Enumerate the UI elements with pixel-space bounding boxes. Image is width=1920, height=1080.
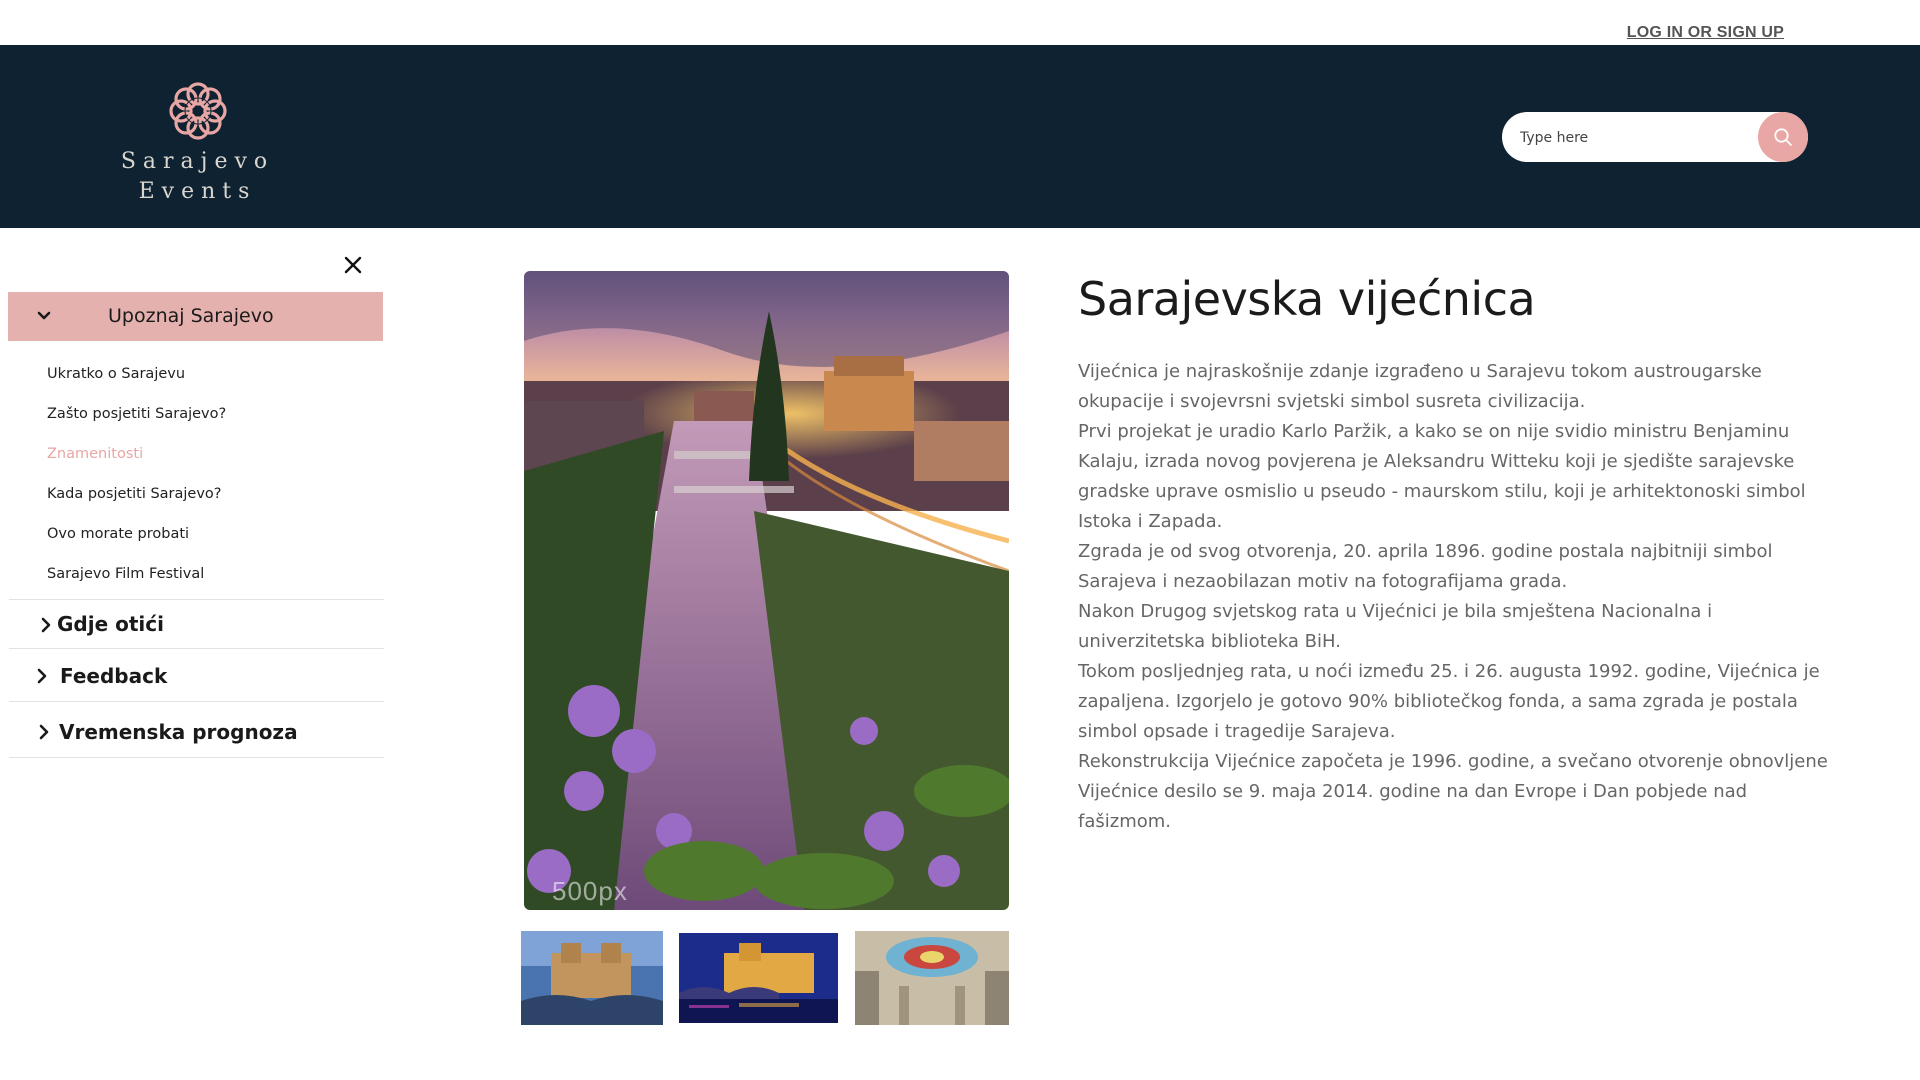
article-paragraph: Tokom posljednjeg rata, u noći između 25… [1078,661,1820,742]
knot-logo-icon [168,82,227,140]
main-photo[interactable]: 500px [524,271,1009,910]
logo[interactable]: Sarajevo Events [115,78,280,204]
submenu-list: Ukratko o Sarajevu Zašto posjetiti Saraj… [47,366,226,606]
accordion-feedback[interactable]: Feedback [9,648,384,702]
page-title: Sarajevska vijećnica [1078,272,1536,326]
chevron-down-icon [37,311,51,320]
article-paragraph: Prvi projekat je uradio Karlo Paržik, a … [1078,421,1806,532]
thumbnail-image [855,931,1009,1025]
main-photo-image [524,271,1009,910]
chevron-right-icon [39,724,49,740]
thumbnail-3[interactable] [855,931,1009,1025]
thumbnail-image [679,933,838,1023]
article-body: Vijećnica je najraskošnije zdanje izgrađ… [1078,357,1843,837]
accordion-vremenska-prognoza[interactable]: Vremenska prognoza [9,701,384,758]
divider [9,757,384,758]
thumbnail-image [521,931,663,1025]
chevron-right-icon [37,668,47,684]
article-paragraph: Vijećnica je najraskošnije zdanje izgrađ… [1078,361,1762,412]
close-icon[interactable] [342,254,364,276]
search-input[interactable] [1518,112,1752,164]
search-box [1502,112,1808,164]
header: Sarajevo Events [0,45,1920,228]
article-paragraph: Nakon Drugog svjetskog rata u Vijećnici … [1078,601,1713,652]
accordion-label: Upoznaj Sarajevo [108,305,274,327]
thumbnail-2[interactable] [679,933,838,1023]
chevron-right-icon [41,617,51,633]
accordion-label: Vremenska prognoza [59,720,298,744]
submenu-item-ovo-morate-probati[interactable]: Ovo morate probati [47,526,226,566]
logo-text-line1: Sarajevo [120,149,275,174]
submenu-item-ukratko[interactable]: Ukratko o Sarajevu [47,366,226,406]
watermark-500px: 500px [552,876,628,906]
search-icon [1774,128,1792,146]
article-paragraph: Zgrada je od svog otvorenja, 20. aprila … [1078,541,1773,592]
accordion-gdje-otici[interactable]: Gdje otići [9,599,384,649]
submenu-item-zasto-posjetiti[interactable]: Zašto posjetiti Sarajevo? [47,406,226,446]
thumbnail-1[interactable] [521,931,663,1025]
search-button[interactable] [1758,112,1808,162]
accordion-label: Feedback [60,664,168,688]
accordion-upoznaj-sarajevo[interactable]: Upoznaj Sarajevo [8,292,383,341]
logo-text-line2: Events [138,179,257,204]
top-strip: LOG IN OR SIGN UP [0,0,1920,45]
article-paragraph: Rekonstrukcija Vijećnice započeta je 199… [1078,751,1828,832]
submenu-item-znamenitosti[interactable]: Znamenitosti [47,446,226,486]
login-signup-link[interactable]: LOG IN OR SIGN UP [1627,24,1784,42]
submenu-item-kada-posjetiti[interactable]: Kada posjetiti Sarajevo? [47,486,226,526]
accordion-label: Gdje otići [57,612,164,636]
